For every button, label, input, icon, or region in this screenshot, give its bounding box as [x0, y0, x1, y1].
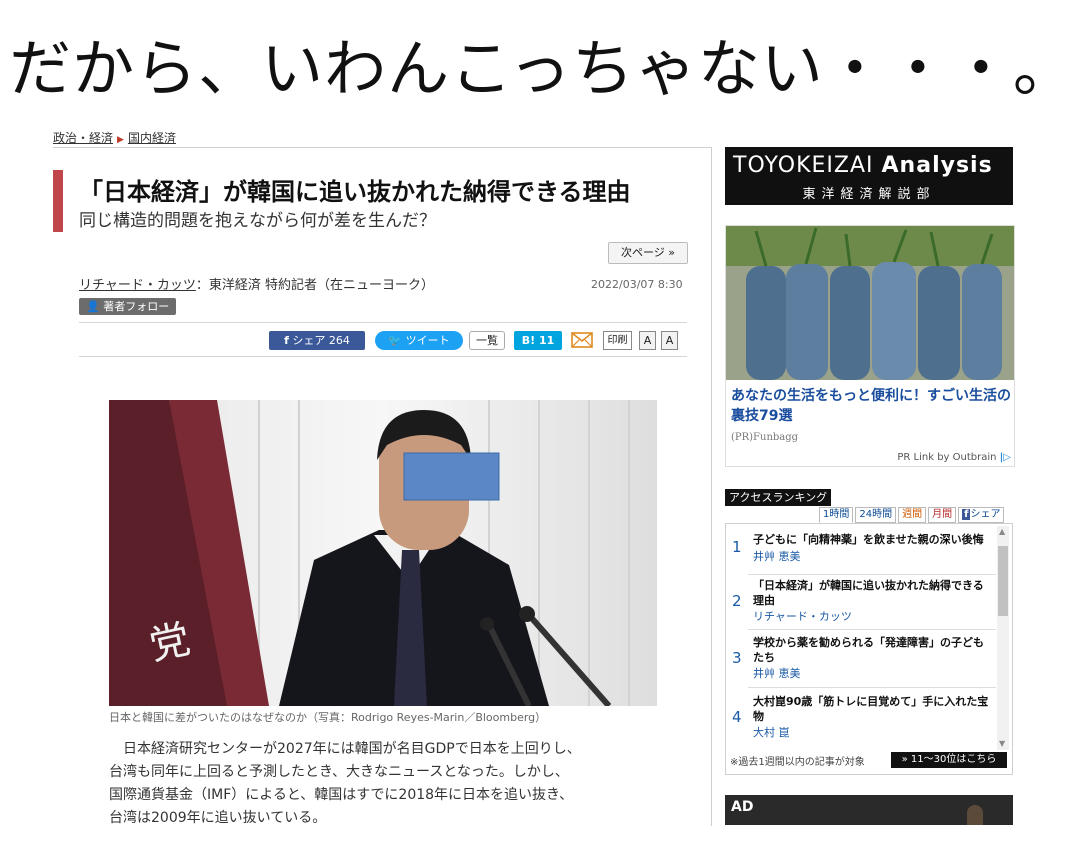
scroll-down-icon[interactable]: ▼: [999, 739, 1005, 748]
rank-title[interactable]: 「日本経済」が韓国に追い抜かれた納得できる理由: [753, 578, 993, 608]
rank-number: 4: [732, 708, 742, 726]
ranking-list: 1 子どもに「向精神薬」を飲ませた親の深い後悔 井艸 恵美 2 「日本経済」が韓…: [725, 523, 1013, 775]
facebook-share-button[interactable]: f シェア 264: [269, 331, 365, 350]
brand-main: TOYOKEIZAI: [733, 153, 874, 178]
more-ranking-button[interactable]: » 11〜30位はこちら: [891, 752, 1007, 768]
twitter-bird-icon: 🐦: [388, 334, 403, 347]
breadcrumb-arrow-icon: ▶: [117, 135, 124, 145]
divider: [748, 629, 996, 630]
follow-label: 著者フォロー: [103, 300, 170, 313]
author-line: リチャード・カッツ：東洋経済 特約記者（在ニューヨーク）: [79, 274, 434, 293]
breadcrumb: 政治・経済 ▶ 国内経済: [53, 129, 176, 146]
sponsored-ad[interactable]: あなたの生活をもっと便利に！すごい生活の裏技79選 (PR)Funbagg PR…: [725, 225, 1015, 467]
print-button[interactable]: 印刷: [603, 331, 632, 350]
rank-title[interactable]: 子どもに「向精神薬」を飲ませた親の深い後悔: [753, 532, 993, 547]
next-page-button[interactable]: 次ページ »: [608, 242, 688, 264]
font-small-button[interactable]: A: [661, 331, 678, 350]
follow-author-button[interactable]: 👤 著者フォロー: [79, 298, 177, 315]
breadcrumb-politics-economy[interactable]: 政治・経済: [53, 131, 113, 145]
ad-label: AD: [731, 799, 754, 815]
tab-24hours[interactable]: 24時間: [855, 507, 897, 523]
toyokeizai-analysis-banner[interactable]: TOYOKEIZAI Analysis 東洋経済解説部: [725, 147, 1013, 205]
tweet-button[interactable]: 🐦 ツイート: [375, 331, 463, 350]
rank-number: 3: [732, 649, 742, 667]
article-photo: 党: [109, 400, 657, 706]
divider: [748, 574, 996, 575]
article-body: 日本経済研究センターが2027年には韓国が名目GDPで日本を上回りし、 台湾も同…: [109, 738, 669, 830]
scrollbar-thumb[interactable]: [998, 546, 1008, 616]
ranking-title: アクセスランキング: [725, 489, 832, 506]
rank-title[interactable]: 大村崑90歳「筋トレに目覚めて」手に入れた宝物: [753, 694, 993, 724]
brand-sub: 東洋経済解説部: [802, 187, 936, 202]
tab-share-label: シェア: [970, 509, 1001, 520]
article-title: 「日本経済」が韓国に追い抜かれた納得できる理由: [79, 178, 631, 206]
tab-weekly[interactable]: 週間: [898, 507, 927, 523]
rank-number: 2: [732, 592, 742, 610]
breadcrumb-domestic-economy[interactable]: 国内経済: [128, 131, 176, 145]
outbrain-icon: |▷: [999, 452, 1011, 463]
tab-share[interactable]: f シェア: [958, 507, 1005, 523]
tweet-label: ツイート: [405, 334, 450, 347]
outbrain-label: PR Link by Outbrain: [897, 452, 997, 463]
person-icon: 👤: [86, 300, 100, 313]
article-page: 政治・経済 ▶ 国内経済 「日本経済」が韓国に追い抜かれた納得できる理由 同じ構造的…: [53, 125, 1015, 826]
divider: [748, 687, 996, 688]
hatena-bookmark-button[interactable]: B! 11: [514, 331, 562, 350]
rank-author[interactable]: 井艸 恵美: [753, 665, 801, 681]
body-paragraph-line: 台湾は2009年に追い抜いている。: [109, 810, 327, 826]
mail-icon[interactable]: [571, 332, 593, 348]
scroll-up-icon[interactable]: ▲: [999, 527, 1005, 536]
font-large-button[interactable]: A: [639, 331, 656, 350]
rank-title[interactable]: 学校から薬を勧められる「発達障害」の子どもたち: [753, 635, 993, 665]
tab-monthly[interactable]: 月間: [928, 507, 957, 523]
ad-image: [726, 226, 1014, 380]
ranking-tabs: 1時間 24時間 週間 月間 f シェア: [817, 507, 1005, 523]
publish-date: 2022/03/07 8:30: [591, 278, 683, 291]
title-accent-bar: [53, 170, 63, 232]
ad-thumbnail-figure: [967, 805, 983, 825]
share-label: シェア 264: [292, 334, 350, 347]
ranking-note: ※過去1週間以内の記事が対象: [730, 757, 865, 768]
ad-box[interactable]: AD: [725, 795, 1013, 825]
rank-number: 1: [732, 538, 742, 556]
article-subtitle: 同じ構造的問題を抱えながら何が差を生んだ？: [79, 211, 436, 231]
author-link[interactable]: リチャード・カッツ: [79, 278, 196, 293]
tab-1hour[interactable]: 1時間: [819, 507, 854, 523]
ad-headline[interactable]: あなたの生活をもっと便利に！すごい生活の裏技79選: [731, 386, 1011, 426]
divider: [79, 322, 687, 323]
brand-bold: Analysis: [881, 153, 993, 178]
rank-author[interactable]: リチャード・カッツ: [753, 608, 852, 624]
tweet-list-button[interactable]: 一覧: [469, 331, 505, 350]
article-main: 「日本経済」が韓国に追い抜かれた納得できる理由 同じ構造的問題を抱えながら何が差…: [53, 147, 712, 826]
rank-author[interactable]: 井艸 恵美: [753, 548, 801, 564]
body-paragraph-line: 台湾も同年に上回ると予測したとき、大きなニュースとなった。しかし、: [109, 764, 569, 780]
ad-source: (PR)Funbagg: [731, 432, 799, 443]
author-role: ：東洋経済 特約記者（在ニューヨーク）: [195, 278, 435, 293]
photo-caption: 日本と韓国に差がついたのはなぜなのか（写真：Rodrigo Reyes-Mari…: [109, 711, 547, 724]
outbrain-link[interactable]: PR Link by Outbrain |▷: [897, 452, 1011, 463]
divider: [79, 356, 687, 357]
banner-caption: だから、いわんこっちゃない・・・。: [9, 32, 1076, 105]
rank-author[interactable]: 大村 崑: [753, 724, 790, 740]
facebook-icon: f: [284, 334, 289, 347]
body-paragraph-line: 日本経済研究センターが2027年には韓国が名目GDPで日本を上回りし、: [123, 741, 581, 757]
body-paragraph-line: 国際通貨基金（IMF）によると、韓国はすでに2018年に日本を追い抜き、: [109, 787, 574, 803]
